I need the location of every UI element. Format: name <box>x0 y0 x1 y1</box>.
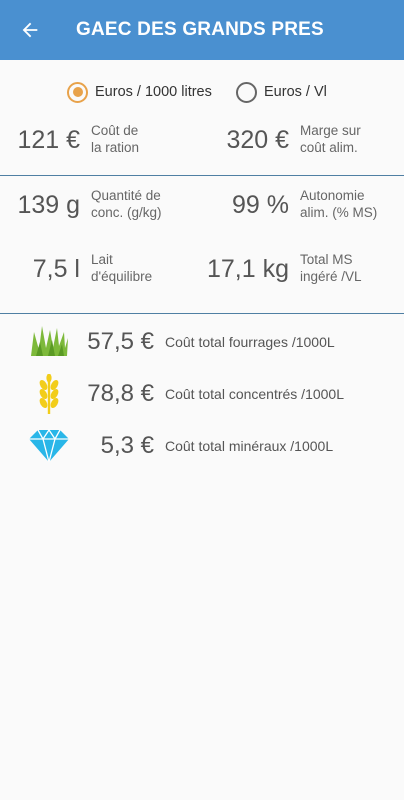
radio-euros-vl[interactable]: Euros / Vl <box>236 80 327 104</box>
metric-value: 99 % <box>232 191 289 219</box>
cost-label: Coût total concentrés /1000L <box>165 386 345 402</box>
radio-checked-icon <box>67 81 88 103</box>
arrow-left-icon <box>22 22 38 38</box>
cost-value: 57,5 € <box>87 328 154 355</box>
metric-label: Coût de la ration <box>91 123 140 155</box>
metric-value: 17,1 kg <box>206 255 289 283</box>
metric-total-ms: 17,1 kg Total MS ingéré /VL <box>200 249 404 289</box>
metric-value: 320 € <box>226 126 289 154</box>
radio-euros-1000-litres[interactable]: Euros / 1000 litres <box>67 80 212 104</box>
diamond-icon <box>29 428 69 463</box>
metric-value: 139 g <box>17 191 80 219</box>
cost-label: Coût total minéraux /1000L <box>165 438 334 454</box>
divider <box>0 175 404 176</box>
metric-label: Marge sur coût alim. <box>300 123 361 155</box>
metric-cout-ration: 121 € Coût de la ration <box>0 120 200 160</box>
divider <box>0 313 404 314</box>
metric-label: Total MS ingéré /VL <box>300 252 362 284</box>
metric-label: Autonomie alim. (% MS) <box>300 188 378 220</box>
radio-label: Euros / Vl <box>264 84 327 100</box>
back-button[interactable] <box>14 14 46 46</box>
radio-unchecked-icon <box>236 81 257 103</box>
unit-toggle: Euros / 1000 litres Euros / Vl <box>0 80 404 104</box>
radio-label: Euros / 1000 litres <box>95 84 212 100</box>
metric-value: 121 € <box>17 126 80 154</box>
metric-label: Lait d'équilibre <box>91 252 153 284</box>
metric-value: 7,5 l <box>32 255 80 283</box>
metric-lait-equilibre: 7,5 l Lait d'équilibre <box>0 249 200 289</box>
cost-row-fourrages: 57,5 € Coût total fourrages /1000L <box>0 322 404 362</box>
cost-row-mineraux: 5,3 € Coût total minéraux /1000L <box>0 426 404 466</box>
cost-row-concentres: 78,8 € Coût total concentrés /1000L <box>0 374 404 414</box>
cost-value: 78,8 € <box>87 380 154 407</box>
metric-autonomie: 99 % Autonomie alim. (% MS) <box>200 185 404 225</box>
wheat-icon <box>39 374 59 414</box>
cost-label: Coût total fourrages /1000L <box>165 334 335 350</box>
grass-icon <box>31 326 68 356</box>
metric-quantite-conc: 139 g Quantité de conc. (g/kg) <box>0 185 200 225</box>
app-bar: GAEC DES GRANDS PRES <box>0 0 404 60</box>
page-title: GAEC DES GRANDS PRES <box>76 19 324 40</box>
metric-marge: 320 € Marge sur coût alim. <box>200 120 404 160</box>
cost-value: 5,3 € <box>100 432 154 459</box>
metric-label: Quantité de conc. (g/kg) <box>91 188 162 220</box>
